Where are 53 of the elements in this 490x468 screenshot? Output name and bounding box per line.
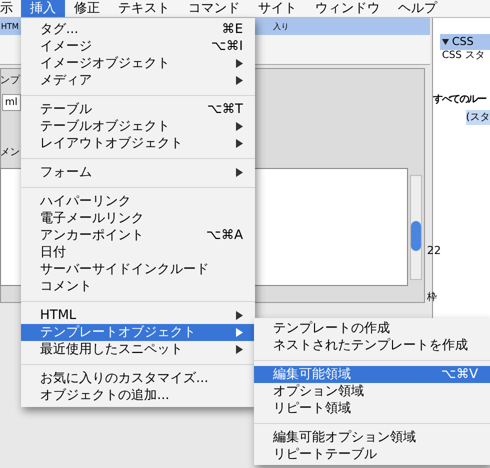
menu-item[interactable]: お気に入りのカスタマイズ...	[21, 370, 255, 387]
menu-item[interactable]: 電子メールリンク	[21, 210, 255, 227]
menu-item[interactable]: リピートテーブル	[254, 446, 490, 463]
menu-item[interactable]: レイアウトオブジェクト	[21, 135, 255, 152]
menu-item[interactable]: 日付	[21, 244, 255, 261]
menu-item[interactable]: テーブルオブジェクト	[21, 118, 255, 135]
side-label: 枠	[427, 290, 437, 305]
menu-bar-item[interactable]: サイト	[249, 0, 306, 17]
menu-item[interactable]: イメージオブジェクト	[21, 55, 255, 72]
shortcut: ⌥⌘I	[211, 40, 243, 53]
panel-title: CSS	[452, 34, 474, 50]
panel-tab[interactable]: HTM	[1, 20, 19, 32]
menu-item[interactable]: メディア	[21, 72, 255, 89]
scrollbar[interactable]	[410, 175, 422, 280]
shortcut: ⌘E	[222, 23, 243, 36]
menu-item[interactable]: フォーム	[21, 164, 255, 181]
menu-item[interactable]: オブジェクトの追加...	[21, 387, 255, 404]
collapse-triangle-icon[interactable]	[442, 39, 449, 45]
panel-tab[interactable]: 入り	[273, 20, 289, 32]
menu-item[interactable]: テンプレートオブジェクト	[21, 324, 255, 341]
shortcut: ⌥⌘V	[441, 368, 478, 381]
menu-bar-item[interactable]: ヘルプ	[389, 0, 446, 17]
rules-item[interactable]: (スタ	[466, 110, 490, 125]
toolbar-label: メン	[0, 146, 20, 160]
menu-item[interactable]: アンカーポイント ⌥⌘A	[21, 227, 255, 244]
menu-bar-item[interactable]: コマンド	[179, 0, 249, 17]
document-tab[interactable]: ml	[2, 94, 21, 111]
menu-item[interactable]: リピート領域	[254, 400, 490, 417]
menu-item[interactable]: ネストされたテンプレートを作成	[254, 337, 490, 354]
menu-bar-item[interactable]: 挿入	[21, 0, 65, 17]
menu-item[interactable]: 編集可能領域 ⌥⌘V	[254, 366, 490, 383]
menu-item[interactable]: オプション領域	[254, 383, 490, 400]
menu-item[interactable]: タグ... ⌘E	[21, 21, 255, 38]
menu-item[interactable]: 編集可能オプション領域	[254, 429, 490, 446]
panel-label: ンプ	[0, 74, 20, 88]
menu-item[interactable]: ハイパーリンク	[21, 193, 255, 210]
menu-bar-item[interactable]: ウィンドウ	[306, 0, 389, 17]
menu-bar-item[interactable]: 修正	[65, 0, 109, 17]
menu-bar-item[interactable]: テキスト	[109, 0, 179, 17]
rules-header: すべてのルー	[433, 93, 486, 107]
menu-item[interactable]: イメージ ⌥⌘I	[21, 38, 255, 55]
menu-item[interactable]: コメント	[21, 278, 255, 295]
shortcut: ⌥⌘T	[207, 103, 243, 116]
css-tab[interactable]: CSS スタ	[442, 48, 485, 63]
side-number: 22	[427, 243, 441, 259]
menu-item[interactable]: サーバーサイドインクルード	[21, 261, 255, 278]
shortcut: ⌥⌘A	[206, 229, 243, 242]
menu-item[interactable]: テーブル ⌥⌘T	[21, 101, 255, 118]
scroll-thumb[interactable]	[411, 221, 421, 251]
menu-bar-item[interactable]: 示	[0, 0, 21, 17]
menu-item[interactable]: 最近使用したスニペット	[21, 341, 255, 358]
menu-item[interactable]: テンプレートの作成	[254, 320, 490, 337]
menu-item[interactable]: HTML	[21, 307, 255, 324]
